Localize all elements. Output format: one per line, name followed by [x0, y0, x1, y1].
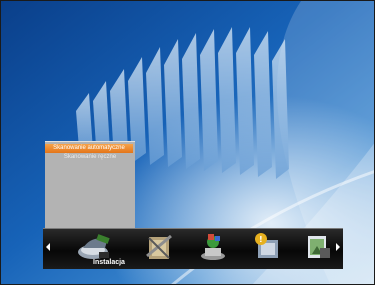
tv-screen: Skanowanie automatyczne Skanowanie ręczn… [0, 0, 375, 285]
installation-submenu: Skanowanie automatyczne Skanowanie ręczn… [45, 141, 135, 234]
arrow-left-icon[interactable] [46, 243, 50, 251]
selected-menu-label: Instalacja [93, 259, 125, 266]
svg-text:!: ! [259, 235, 263, 244]
arrow-right-icon[interactable] [336, 243, 340, 251]
submenu-item-auto-scan[interactable]: Skanowanie automatyczne [45, 144, 133, 153]
installation-dish-icon[interactable] [77, 232, 113, 262]
tools-icon[interactable] [141, 232, 177, 262]
globe-icon[interactable] [195, 232, 231, 262]
submenu-item-manual-scan[interactable]: Skanowanie ręczne [45, 153, 135, 162]
info-icon[interactable]: ! [249, 232, 285, 262]
media-icon[interactable] [300, 232, 336, 262]
